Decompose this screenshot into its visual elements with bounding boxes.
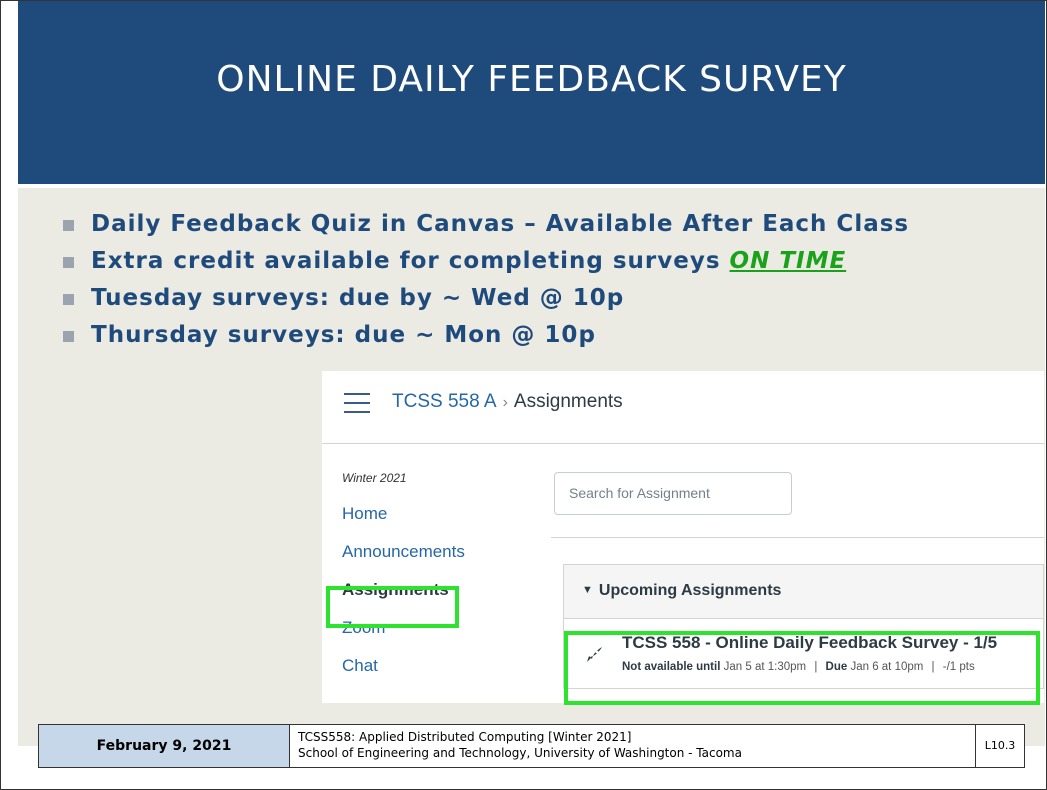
course-navigation: Winter 2021 Home Announcements Assignmen… bbox=[342, 471, 465, 693]
nav-item-home[interactable]: Home bbox=[342, 503, 465, 541]
breadcrumb: TCSS 558 A › Assignments bbox=[392, 391, 623, 413]
bullet-text: Tuesday surveys: due by ~ Wed @ 10p bbox=[91, 285, 625, 311]
title-band: ONLINE DAILY FEEDBACK SURVEY bbox=[18, 1, 1045, 188]
canvas-header: TCSS 558 A › Assignments bbox=[322, 371, 1044, 444]
footer-course-info: TCSS558: Applied Distributed Computing [… bbox=[290, 724, 976, 768]
breadcrumb-current-page: Assignments bbox=[513, 391, 623, 412]
bullet-item: Extra credit available for completing su… bbox=[63, 243, 909, 280]
term-label: Winter 2021 bbox=[342, 471, 407, 485]
bullet-text: Daily Feedback Quiz in Canvas – Availabl… bbox=[91, 211, 910, 237]
section-label-text: Upcoming Assignments bbox=[598, 582, 782, 599]
bullet-text: Extra credit available for completing su… bbox=[91, 248, 730, 274]
bullet-item: Daily Feedback Quiz in Canvas – Availabl… bbox=[63, 206, 909, 243]
bullet-item: Tuesday surveys: due by ~ Wed @ 10p bbox=[63, 280, 909, 317]
bullet-square-icon bbox=[63, 257, 74, 268]
caret-down-icon: ▼ bbox=[582, 584, 593, 596]
divider bbox=[551, 537, 1044, 538]
highlight-box-assignment-row bbox=[564, 631, 1040, 705]
nav-item-announcements[interactable]: Announcements bbox=[342, 541, 465, 579]
footer-slide-number: L10.3 bbox=[976, 724, 1025, 768]
footer-course-line2: School of Engineering and Technology, Un… bbox=[298, 746, 742, 760]
assignment-search-input[interactable]: Search for Assignment bbox=[554, 472, 792, 515]
upcoming-assignments-header[interactable]: ▼ Upcoming Assignments bbox=[563, 564, 1044, 619]
bullet-text: Thursday surveys: due ~ Mon @ 10p bbox=[91, 322, 596, 348]
slide-title: ONLINE DAILY FEEDBACK SURVEY bbox=[216, 59, 847, 100]
footer-course-line1: TCSS558: Applied Distributed Computing [… bbox=[298, 730, 632, 744]
breadcrumb-separator: › bbox=[502, 394, 508, 411]
breadcrumb-course-link[interactable]: TCSS 558 A bbox=[392, 391, 497, 412]
on-time-emphasis: ON TIME bbox=[729, 248, 847, 274]
bullet-square-icon bbox=[63, 220, 74, 231]
hamburger-menu-icon[interactable] bbox=[344, 393, 370, 413]
highlight-box-assignments-nav bbox=[326, 586, 459, 628]
bullet-list: Daily Feedback Quiz in Canvas – Availabl… bbox=[63, 206, 909, 354]
upcoming-assignments-label: ▼ Upcoming Assignments bbox=[582, 582, 781, 600]
footer-date: February 9, 2021 bbox=[38, 724, 290, 768]
slide: ONLINE DAILY FEEDBACK SURVEY Daily Feedb… bbox=[0, 0, 1047, 790]
nav-item-chat[interactable]: Chat bbox=[342, 655, 465, 693]
bullet-square-icon bbox=[63, 294, 74, 305]
bullet-square-icon bbox=[63, 331, 74, 342]
bullet-item: Thursday surveys: due ~ Mon @ 10p bbox=[63, 317, 909, 354]
